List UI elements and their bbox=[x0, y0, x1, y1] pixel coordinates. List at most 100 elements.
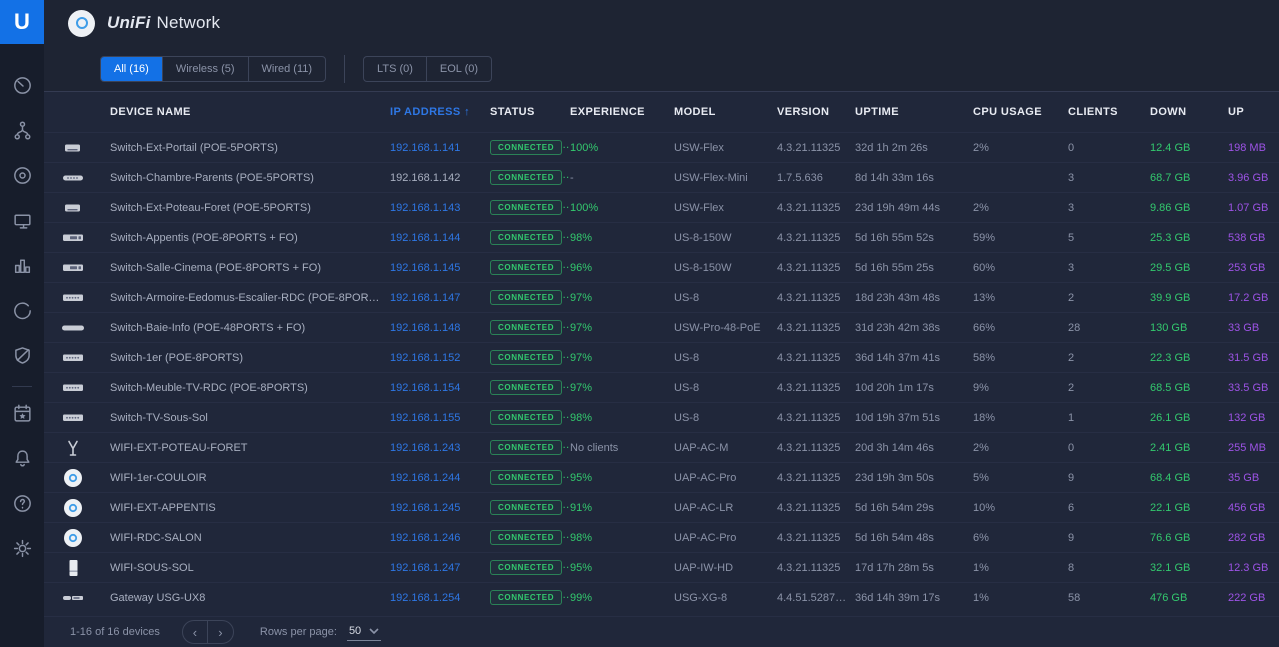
sidebar-item-threat-management[interactable] bbox=[0, 335, 44, 380]
upload-total: 31.5 GB bbox=[1228, 352, 1279, 364]
column-header-device-name[interactable]: DEVICE NAME bbox=[110, 106, 390, 118]
table-body: Switch-Ext-Portail (POE-5PORTS)192.168.1… bbox=[44, 132, 1279, 612]
download-total: 32.1 GB bbox=[1150, 562, 1228, 574]
uptime-value: 32d 1h 2m 26s bbox=[855, 142, 973, 154]
clients-count: 3 bbox=[1068, 172, 1150, 184]
version-value: 4.3.21.11325 bbox=[777, 352, 855, 364]
device-ip-link[interactable]: 192.168.1.244 bbox=[390, 472, 460, 484]
cpu-usage-value: 1% bbox=[973, 592, 1068, 604]
uptime-value: 36d 14h 39m 17s bbox=[855, 592, 973, 604]
device-ip-link[interactable]: 192.168.1.254 bbox=[390, 592, 460, 604]
table-row[interactable]: Switch-Ext-Portail (POE-5PORTS)192.168.1… bbox=[44, 132, 1279, 162]
status-cell: CONNECTED bbox=[490, 500, 570, 515]
device-ip-link[interactable]: 192.168.1.243 bbox=[390, 442, 460, 454]
device-ip-link[interactable]: 192.168.1.245 bbox=[390, 502, 460, 514]
model-value: UAP-AC-M bbox=[674, 442, 777, 454]
status-badge: CONNECTED bbox=[490, 350, 562, 365]
device-ip-link[interactable]: 192.168.1.246 bbox=[390, 532, 460, 544]
shield-icon bbox=[12, 345, 33, 371]
column-header-up[interactable]: UP bbox=[1228, 106, 1279, 118]
table-row[interactable]: Switch-Armoire-Eedomus-Escalier-RDC (POE… bbox=[44, 282, 1279, 312]
sidebar-item-dashboard[interactable] bbox=[0, 65, 44, 110]
sidebar-item-topology[interactable] bbox=[0, 110, 44, 155]
upload-total: 33.5 GB bbox=[1228, 382, 1279, 394]
column-header-version[interactable]: VERSION bbox=[777, 106, 855, 118]
column-header-down[interactable]: DOWN bbox=[1150, 106, 1228, 118]
column-header-uptime[interactable]: UPTIME bbox=[855, 106, 973, 118]
sidebar-item-alerts[interactable] bbox=[0, 438, 44, 483]
download-total: 22.3 GB bbox=[1150, 352, 1228, 364]
experience-value: 99% bbox=[570, 592, 674, 604]
column-header-cpu-usage[interactable]: CPU USAGE bbox=[973, 106, 1068, 118]
device-ip-link[interactable]: 192.168.1.145 bbox=[390, 262, 460, 274]
cpu-usage-value: 9% bbox=[973, 382, 1068, 394]
table-row[interactable]: Switch-Appentis (POE-8PORTS + FO)192.168… bbox=[44, 222, 1279, 252]
sidebar-item-statistics[interactable] bbox=[0, 245, 44, 290]
device-ip-link[interactable]: 192.168.1.141 bbox=[390, 142, 460, 154]
version-value: 4.3.21.11325 bbox=[777, 322, 855, 334]
devices-icon bbox=[12, 165, 33, 191]
status-cell: CONNECTED bbox=[490, 440, 570, 455]
clients-icon bbox=[12, 210, 33, 236]
tab-lts-0[interactable]: LTS (0) bbox=[364, 57, 427, 81]
device-ip-link[interactable]: 192.168.1.247 bbox=[390, 562, 460, 574]
device-ip-link[interactable]: 192.168.1.143 bbox=[390, 202, 460, 214]
column-header-status[interactable]: STATUS bbox=[490, 106, 570, 118]
table-row[interactable]: WIFI-SOUS-SOL192.168.1.247CONNECTED95%UA… bbox=[44, 552, 1279, 582]
device-name: Switch-Ext-Poteau-Foret (POE-5PORTS) bbox=[110, 202, 390, 214]
device-ip-link[interactable]: 192.168.1.147 bbox=[390, 292, 460, 304]
table-row[interactable]: Switch-Salle-Cinema (POE-8PORTS + FO)192… bbox=[44, 252, 1279, 282]
table-row[interactable]: Gateway USG-UX8192.168.1.254CONNECTED99%… bbox=[44, 582, 1279, 612]
sidebar-item-clients[interactable] bbox=[0, 200, 44, 245]
sidebar-item-insights[interactable] bbox=[0, 290, 44, 335]
clients-count: 3 bbox=[1068, 262, 1150, 274]
table-row[interactable]: WIFI-RDC-SALON192.168.1.246CONNECTED98%U… bbox=[44, 522, 1279, 552]
prev-page-button[interactable]: ‹ bbox=[183, 621, 208, 643]
tab-eol-0[interactable]: EOL (0) bbox=[427, 57, 491, 81]
experience-value: 97% bbox=[570, 382, 674, 394]
table-row[interactable]: Switch-1er (POE-8PORTS)192.168.1.152CONN… bbox=[44, 342, 1279, 372]
device-ip-link[interactable]: 192.168.1.148 bbox=[390, 322, 460, 334]
device-icon-switch-mini bbox=[60, 170, 94, 186]
version-value: 4.3.21.11325 bbox=[777, 562, 855, 574]
device-ip-link[interactable]: 192.168.1.154 bbox=[390, 382, 460, 394]
download-total: 2.41 GB bbox=[1150, 442, 1228, 454]
column-header-ip-address[interactable]: IP ADDRESS ↑ bbox=[390, 106, 490, 118]
column-header-clients[interactable]: CLIENTS bbox=[1068, 106, 1150, 118]
tab-wired-11[interactable]: Wired (11) bbox=[249, 57, 326, 81]
next-page-button[interactable]: › bbox=[208, 621, 233, 643]
device-name: Switch-Meuble-TV-RDC (POE-8PORTS) bbox=[110, 382, 390, 394]
device-ip-link[interactable]: 192.168.1.152 bbox=[390, 352, 460, 364]
table-row[interactable]: Switch-Baie-Info (POE-48PORTS + FO)192.1… bbox=[44, 312, 1279, 342]
sidebar-item-settings[interactable] bbox=[0, 528, 44, 573]
sidebar-menu bbox=[0, 44, 44, 573]
table-row[interactable]: Switch-TV-Sous-Sol192.168.1.155CONNECTED… bbox=[44, 402, 1279, 432]
column-header-experience[interactable]: EXPERIENCE bbox=[570, 106, 674, 118]
table-row[interactable]: WIFI-EXT-APPENTIS192.168.1.245CONNECTED9… bbox=[44, 492, 1279, 522]
device-ip-text: 192.168.1.142 bbox=[390, 172, 460, 184]
rows-per-page-select[interactable]: 50 bbox=[347, 623, 381, 641]
status-cell: CONNECTED bbox=[490, 290, 570, 305]
table-row[interactable]: Switch-Ext-Poteau-Foret (POE-5PORTS)192.… bbox=[44, 192, 1279, 222]
uptime-value: 5d 16h 54m 48s bbox=[855, 532, 973, 544]
upload-total: 198 MB bbox=[1228, 142, 1279, 154]
column-header-model[interactable]: MODEL bbox=[674, 106, 777, 118]
table-row[interactable]: Switch-Chambre-Parents (POE-5PORTS)192.1… bbox=[44, 162, 1279, 192]
table-row[interactable]: Switch-Meuble-TV-RDC (POE-8PORTS)192.168… bbox=[44, 372, 1279, 402]
device-name: WIFI-EXT-APPENTIS bbox=[110, 502, 390, 514]
device-ip-link[interactable]: 192.168.1.155 bbox=[390, 412, 460, 424]
table-row[interactable]: WIFI-1er-COULOIR192.168.1.244CONNECTED95… bbox=[44, 462, 1279, 492]
table-row[interactable]: WIFI-EXT-POTEAU-FORET192.168.1.243CONNEC… bbox=[44, 432, 1279, 462]
sidebar-item-events[interactable] bbox=[0, 393, 44, 438]
device-ip: 192.168.1.148 bbox=[390, 322, 490, 334]
device-ip-link[interactable]: 192.168.1.144 bbox=[390, 232, 460, 244]
device-name: Switch-TV-Sous-Sol bbox=[110, 412, 390, 424]
tab-all-16[interactable]: All (16) bbox=[101, 57, 163, 81]
tab-wireless-5[interactable]: Wireless (5) bbox=[163, 57, 249, 81]
unifi-logo[interactable]: U bbox=[0, 0, 44, 44]
experience-value: 98% bbox=[570, 532, 674, 544]
sidebar-item-devices[interactable] bbox=[0, 155, 44, 200]
clients-count: 1 bbox=[1068, 412, 1150, 424]
device-name: WIFI-RDC-SALON bbox=[110, 532, 390, 544]
sidebar-item-help[interactable] bbox=[0, 483, 44, 528]
